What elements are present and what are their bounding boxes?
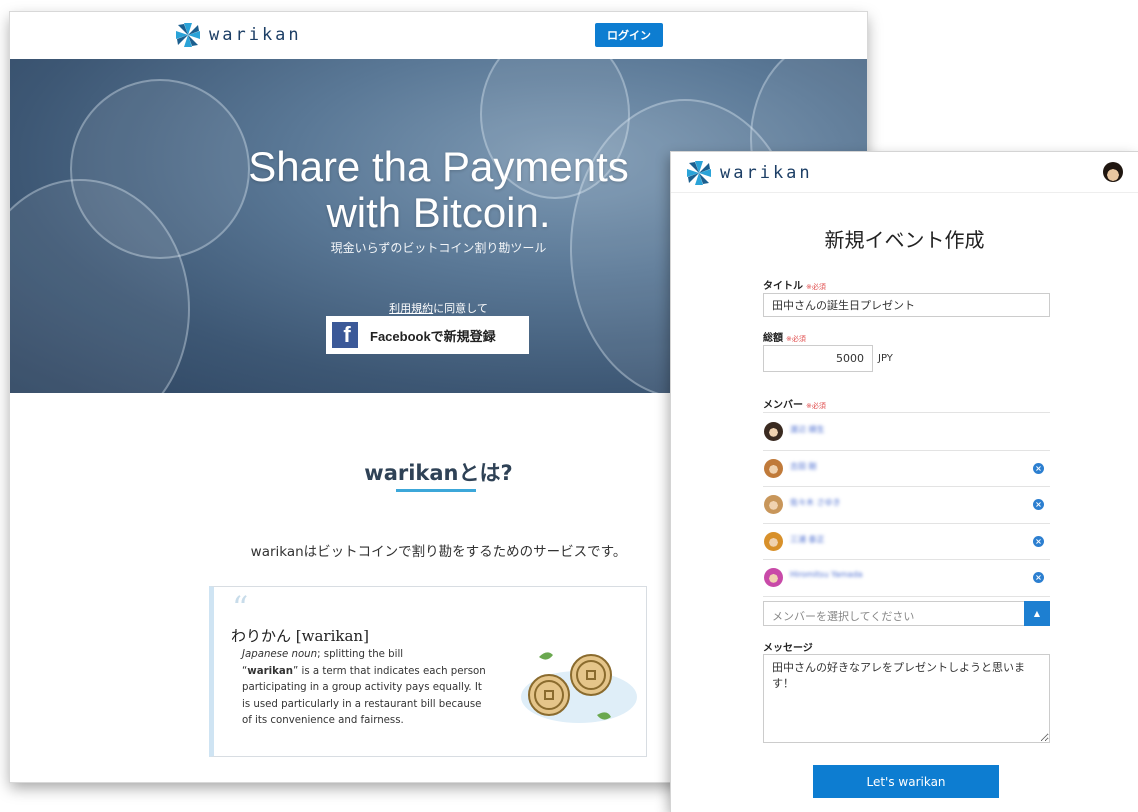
create-event-window: warikan 新規イベント作成 タイトル※必須 総額※必須 JPY メンバー※… [671,152,1138,812]
remove-member-icon[interactable]: × [1033,462,1044,474]
user-avatar[interactable] [1103,162,1123,182]
warikan-logo[interactable]: warikan [175,22,302,48]
remove-member-icon[interactable]: × [1033,535,1044,547]
member-avatar [764,458,783,478]
facebook-signup-button[interactable]: f Facebookで新規登録 [326,316,529,354]
terms-link[interactable]: 利用規約 [389,302,433,315]
page-title: 新規イベント作成 [824,228,985,252]
member-name: 佐々木 さゆき [790,498,841,507]
title-field-label: タイトル ※必須 [763,277,826,292]
select-arrows-icon[interactable]: ▲ [1024,601,1050,626]
remove-member-icon[interactable]: × [1033,572,1044,583]
required-mark: ※必須 [806,283,826,291]
quote-mark: “ [232,589,249,627]
member-row: 吉田 剛 × [763,451,1050,487]
message-field-label: メッセージ [763,643,813,654]
app-header: warikan [671,152,1138,193]
title-input[interactable] [763,293,1050,317]
logo-snowflake-icon [687,161,711,185]
logo-wordmark: warikan [720,162,813,183]
remove-member-icon[interactable]: × [1033,499,1044,510]
members-field-label: メンバー ※必須 [763,396,826,411]
login-button[interactable]: ログイン [595,23,663,47]
member-avatar [764,495,783,514]
member-name: 吉田 剛 [790,461,817,471]
terms-suffix: に同意して [433,302,488,315]
members-divider [763,412,1050,413]
quote-pos-rest: ; splitting the bill [317,649,404,660]
currency-label: JPY [878,353,893,364]
logo-snowflake-icon [176,23,200,47]
member-name: 渡辺 順生 [790,425,825,434]
submit-button[interactable]: Let's warikan [813,765,999,798]
logo-wordmark: warikan [209,24,302,45]
message-textarea[interactable]: 田中さんの好きなアレをプレゼントしようと思います！ [763,654,1050,743]
member-row: Hiromitsu Yamada × [763,560,1050,596]
member-select[interactable]: メンバーを選択してください ▲ [763,601,1050,626]
definition-quote-box: “ わりかん [warikan] Japanese noun; splittin… [209,586,647,757]
amount-field-label: 総額 ※必須 [763,329,806,344]
member-avatar [764,422,783,441]
quote-body: Japanese noun; splitting the bill “warik… [242,647,487,730]
members-label-text: メンバー [763,400,803,411]
amount-input[interactable] [763,345,873,372]
amount-label-text: 総額 [763,333,783,344]
member-row: 渡辺 順生 [763,414,1050,450]
member-row: 三浦 泰正 × [763,524,1050,560]
member-row: 佐々木 さゆき × [763,487,1050,523]
member-name: 三浦 泰正 [790,534,825,544]
member-select-placeholder: メンバーを選択してください [772,610,915,623]
facebook-signup-label: Facebookで新規登録 [370,328,496,344]
required-mark: ※必須 [806,402,826,410]
coins-illustration [521,652,637,723]
landing-header: warikan ログイン [10,12,867,59]
member-avatar [764,531,783,551]
quote-headword: わりかん [warikan] [231,627,369,645]
facebook-f-icon: f [332,322,358,348]
quote-term: warikan [247,665,293,677]
member-avatar [764,568,783,587]
warikan-logo[interactable]: warikan [686,160,813,186]
member-name: Hiromitsu Yamada [790,570,863,579]
quote-pos: Japanese noun [242,649,318,660]
title-label-text: タイトル [763,281,803,292]
required-mark: ※必須 [786,335,806,343]
heading-underline [396,489,476,492]
member-divider [763,595,1050,597]
